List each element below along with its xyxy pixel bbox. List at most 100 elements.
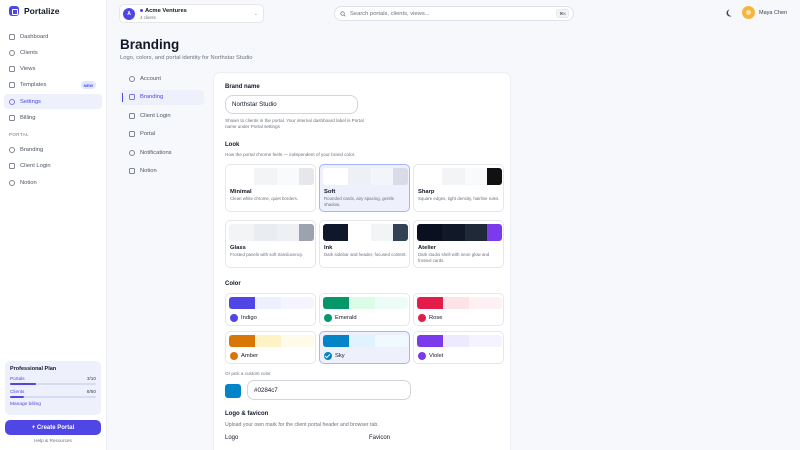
link-icon <box>129 131 135 137</box>
subnav-client-login[interactable]: Client Login <box>120 108 204 123</box>
home-icon <box>9 33 15 40</box>
subnav-label: Account <box>140 75 161 82</box>
notion-icon <box>9 179 15 186</box>
look-preview-swatch <box>393 224 408 241</box>
color-option-amber[interactable]: Amber <box>225 331 316 364</box>
look-preview-swatch <box>417 224 442 241</box>
look-preview-swatch <box>299 168 314 185</box>
sidebar-item-settings[interactable]: Settings <box>4 94 102 110</box>
sidebar-item-label: Billing <box>20 114 36 121</box>
branding-panel: Brand name Northstar Studio Shown to cli… <box>213 72 511 450</box>
color-preview <box>323 297 408 309</box>
sidebar-item-client-login[interactable]: Client Login <box>4 159 102 174</box>
look-preview-swatch <box>417 168 442 185</box>
color-preview-swatch <box>323 335 349 347</box>
look-preview-swatch <box>277 224 299 241</box>
look-preview-swatch <box>393 168 408 185</box>
look-option-ink[interactable]: Ink Dark sidebar and header, focused cont… <box>319 220 410 268</box>
subnav-account[interactable]: Account <box>120 71 204 86</box>
plan-portals-row: Portals 3/10 <box>10 376 96 381</box>
new-badge: NEW <box>80 81 96 90</box>
sidebar-item-label: Views <box>20 66 36 73</box>
color-name: Sky <box>335 353 345 359</box>
layout-icon <box>9 66 15 73</box>
main-nav: Dashboard Clients Views Templates NEW Set… <box>4 29 102 191</box>
workspace-switcher[interactable]: A Acme Ventures 4 clients ⌄ <box>119 4 264 23</box>
sidebar-item-branding[interactable]: Branding <box>4 142 102 157</box>
sidebar-item-label: Dashboard <box>20 33 49 40</box>
color-option-sky[interactable]: Sky <box>319 331 410 364</box>
status-dot-icon <box>140 9 143 12</box>
subnav-label: Client Login <box>140 112 171 119</box>
sidebar-item-clients[interactable]: Clients <box>4 45 102 60</box>
color-option-rose[interactable]: Rose <box>413 293 504 326</box>
color-preview <box>229 297 314 309</box>
brand-name-label: Brand name <box>225 84 260 90</box>
look-description: Dark sidebar and header, focused content… <box>324 252 407 257</box>
palette-icon <box>9 146 15 153</box>
look-option-soft[interactable]: Soft Rounded cards, airy spacing, gentle … <box>319 164 410 212</box>
brand-name-input[interactable]: Northstar Studio <box>225 95 358 114</box>
color-preview-swatch <box>349 335 375 347</box>
clients-progress-fill <box>10 396 24 398</box>
workspace-name-row: Acme Ventures <box>140 8 187 14</box>
look-preview-swatch <box>371 168 393 185</box>
sidebar-item-templates[interactable]: Templates NEW <box>4 78 102 93</box>
color-preview-swatch <box>443 297 469 309</box>
portals-progress-fill <box>10 383 36 385</box>
logo-section-label: Logo & favicon <box>225 411 269 417</box>
color-preview-swatch <box>229 335 255 347</box>
subnav-portal[interactable]: Portal <box>120 127 204 142</box>
manage-billing-link[interactable]: Manage billing <box>10 402 96 407</box>
color-preview-swatch <box>417 297 443 309</box>
credit-card-icon <box>9 114 15 121</box>
color-preview <box>229 335 314 347</box>
app-name: Portalize <box>24 6 60 16</box>
help-link[interactable]: Help & Resources <box>5 438 101 443</box>
sidebar-item-dashboard[interactable]: Dashboard <box>4 29 102 44</box>
user-avatar[interactable] <box>742 6 755 19</box>
look-preview-swatch <box>465 224 487 241</box>
color-option-indigo[interactable]: Indigo <box>225 293 316 326</box>
key-icon <box>129 112 135 119</box>
color-dot <box>230 314 238 322</box>
custom-color-swatch[interactable] <box>225 384 241 398</box>
search-bar[interactable]: Search portals, clients, views... ⌘K <box>334 6 574 21</box>
look-description: Rounded cards, airy spacing, gentle shad… <box>324 196 395 207</box>
custom-color-input[interactable]: #0284c7 <box>247 380 411 400</box>
look-preview-swatch <box>299 224 314 241</box>
create-portal-button[interactable]: + Create Portal <box>5 420 101 435</box>
look-option-atelier[interactable]: Atelier Dark studio shell with neon glow … <box>413 220 504 268</box>
color-preview-swatch <box>375 297 408 309</box>
color-dot <box>230 352 238 360</box>
moon-icon[interactable] <box>728 9 735 16</box>
subnav-branding[interactable]: Branding <box>120 89 204 105</box>
color-preview-swatch <box>229 297 255 309</box>
color-preview-swatch <box>349 297 375 309</box>
workspace-name: Acme Ventures <box>145 7 187 14</box>
look-option-minimal[interactable]: Minimal Clean white chrome, quiet borders… <box>225 164 316 212</box>
user-name[interactable]: Maya Chen <box>759 10 787 16</box>
color-preview <box>323 335 408 347</box>
sidebar-item-notion[interactable]: Notion <box>4 175 102 190</box>
look-option-glass[interactable]: Glass Frosted panels with soft translucen… <box>225 220 316 268</box>
settings-subnav: Account Branding Client Login Portal Not… <box>120 71 204 182</box>
look-option-sharp[interactable]: Sharp Square edges, tight density, hairli… <box>413 164 504 212</box>
sidebar-item-views[interactable]: Views <box>4 62 102 77</box>
app-logo[interactable]: Portalize <box>9 6 59 16</box>
color-option-violet[interactable]: Violet <box>413 331 504 364</box>
color-preview-swatch <box>255 297 281 309</box>
look-name: Glass <box>230 245 246 251</box>
subnav-label: Notion <box>140 168 157 174</box>
color-option-emerald[interactable]: Emerald <box>319 293 410 326</box>
users-icon <box>9 49 15 56</box>
look-preview <box>417 168 502 185</box>
sidebar-item-billing[interactable]: Billing <box>4 110 102 125</box>
subnav-notion[interactable]: Notion <box>120 164 204 179</box>
workspace-avatar: A <box>123 7 135 20</box>
brand-name-hint: Shown to clients in the portal. Your int… <box>225 118 364 129</box>
look-description: Square edges, tight density, hairline ru… <box>418 196 500 201</box>
logo-section-hint: Upload your own mark for the client port… <box>225 422 379 428</box>
subnav-notifications[interactable]: Notifications <box>120 145 204 160</box>
search-input[interactable]: Search portals, clients, views... <box>350 11 430 17</box>
